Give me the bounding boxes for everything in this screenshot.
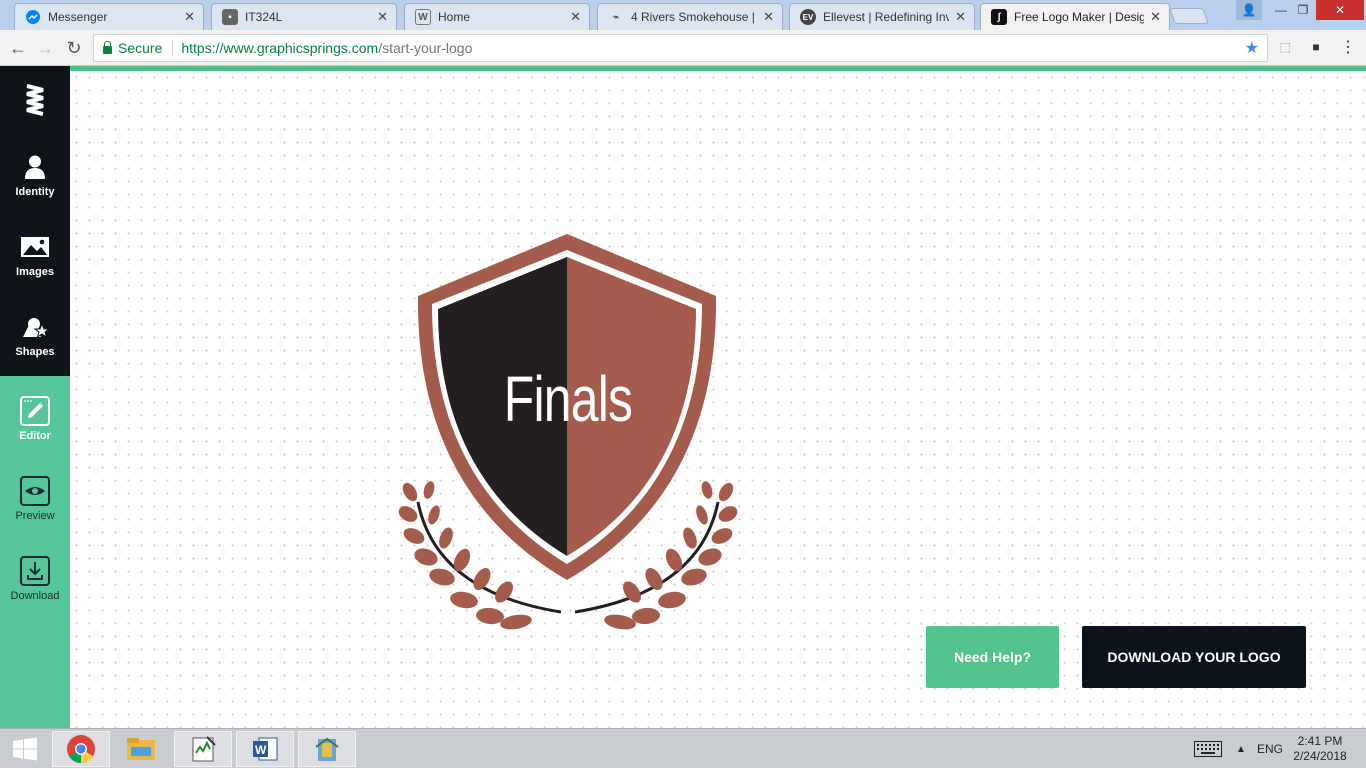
back-arrow-icon[interactable]: ← (6, 36, 30, 60)
secure-label: Secure (118, 40, 163, 56)
word-taskbar-icon[interactable]: W (236, 731, 294, 767)
tab-title: Home (438, 10, 471, 24)
messenger-icon (25, 9, 41, 25)
tab-title: Messenger (48, 10, 108, 24)
eye-icon (20, 476, 50, 506)
restore-button[interactable]: ❐ (1290, 0, 1316, 20)
windows-start-icon[interactable] (0, 731, 50, 767)
shapes-icon (20, 312, 50, 342)
close-icon[interactable]: ✕ (377, 9, 388, 25)
tab-4-rivers[interactable]: ⌁ 4 Rivers Smokehouse | Th ✕ (597, 3, 783, 30)
contact-card-icon: ▪ (222, 9, 238, 25)
sidebar-item-label: Images (16, 266, 54, 278)
address-bar[interactable]: Secure https://www.graphicsprings.com/st… (93, 34, 1268, 62)
clock-date: 2/24/2018 (1293, 749, 1347, 763)
tab-home[interactable]: W Home ✕ (404, 3, 590, 30)
bookmark-star-icon[interactable]: ★ (1245, 38, 1259, 58)
pdf-extension-icon[interactable]: ⬚ (1276, 38, 1294, 56)
sidebar-item-label: Download (10, 590, 60, 602)
wikipedia-w-icon: W (415, 9, 431, 25)
file-explorer-taskbar-icon[interactable] (112, 731, 170, 767)
url-path: /start-your-logo (378, 40, 473, 56)
svg-text:W: W (255, 743, 267, 757)
system-clock[interactable]: 2:41 PM 2/24/2018 (1290, 734, 1350, 764)
image-icon (20, 232, 50, 262)
tab-title: Free Logo Maker | Desig (1014, 10, 1145, 24)
tab-messenger[interactable]: Messenger ✕ (14, 3, 204, 30)
close-icon[interactable]: ✕ (955, 9, 966, 25)
forward-arrow-icon[interactable]: → (33, 36, 57, 60)
tab-ellevest[interactable]: EV Ellevest | Redefining Inve ✕ (789, 3, 975, 30)
person-icon (20, 152, 50, 182)
sidebar-item-preview[interactable]: Preview (0, 464, 70, 534)
graphicsprings-icon: ʃ (991, 9, 1007, 25)
logo-text[interactable]: Finals (434, 362, 702, 436)
tab-title: Ellevest | Redefining Inve (823, 10, 950, 24)
extension-icon[interactable]: ■ (1307, 38, 1325, 56)
close-icon[interactable]: ✕ (570, 9, 581, 25)
sidebar-item-images[interactable]: Images (0, 220, 70, 290)
windows-taskbar: W ▲ ENG 2:41 PM 2/24/2018 (0, 728, 1366, 768)
language-indicator[interactable]: ENG (1257, 729, 1283, 769)
reload-icon[interactable]: ↻ (62, 36, 86, 60)
chevron-up-icon[interactable]: ▲ (1236, 729, 1246, 769)
download-icon (20, 556, 50, 586)
url-host: https://www.graphicsprings.com (181, 40, 379, 56)
graphicsprings-logo-icon[interactable] (25, 82, 45, 123)
new-tab-button[interactable] (1169, 8, 1209, 24)
browser-tab-strip: Messenger ✕ ▪ IT324L ✕ W Home ✕ ⌁ 4 Rive… (0, 0, 1366, 30)
sidebar-item-download[interactable]: Download (0, 544, 70, 614)
clock-time: 2:41 PM (1297, 734, 1343, 748)
close-icon[interactable]: ✕ (763, 9, 774, 25)
sidebar-item-label: Preview (15, 510, 55, 522)
sidebar-item-editor[interactable]: Editor (0, 384, 70, 454)
tab-title: IT324L (245, 10, 283, 24)
close-icon[interactable]: ✕ (184, 9, 195, 25)
sidebar-item-shapes[interactable]: Shapes (0, 300, 70, 370)
tab-logo-maker[interactable]: ʃ Free Logo Maker | Desig ✕ (980, 3, 1170, 30)
divider (172, 40, 174, 56)
edit-icon (20, 396, 50, 426)
sidebar-item-label: Shapes (15, 346, 55, 358)
sidebar-item-label: Editor (19, 430, 51, 442)
sidebar: Identity Images Shapes Editor Preview Do… (0, 66, 70, 728)
chrome-taskbar-icon[interactable] (52, 731, 110, 767)
download-logo-button[interactable]: DOWNLOAD YOUR LOGO (1082, 626, 1306, 688)
lock-icon (103, 41, 112, 54)
close-icon[interactable]: ✕ (1150, 9, 1161, 25)
tab-title: 4 Rivers Smokehouse | Th (631, 10, 757, 24)
notepad-taskbar-icon[interactable] (174, 731, 232, 767)
close-window-button[interactable]: ✕ (1316, 0, 1364, 20)
ellevest-icon: EV (800, 9, 816, 25)
tab-it324l[interactable]: ▪ IT324L ✕ (211, 3, 397, 30)
menu-dots-icon[interactable]: ⋮ (1339, 38, 1357, 56)
sidebar-item-label: Identity (15, 186, 55, 198)
4rivers-icon: ⌁ (612, 11, 620, 23)
keyboard-icon[interactable] (1194, 729, 1222, 769)
profile-icon[interactable]: 👤 (1236, 0, 1262, 20)
browser-toolbar: ← → ↻ Secure https://www.graphicsprings.… (0, 30, 1366, 66)
sidebar-item-identity[interactable]: Identity (0, 140, 70, 210)
need-help-button[interactable]: Need Help? (926, 626, 1059, 688)
app-taskbar-icon[interactable] (298, 731, 356, 767)
